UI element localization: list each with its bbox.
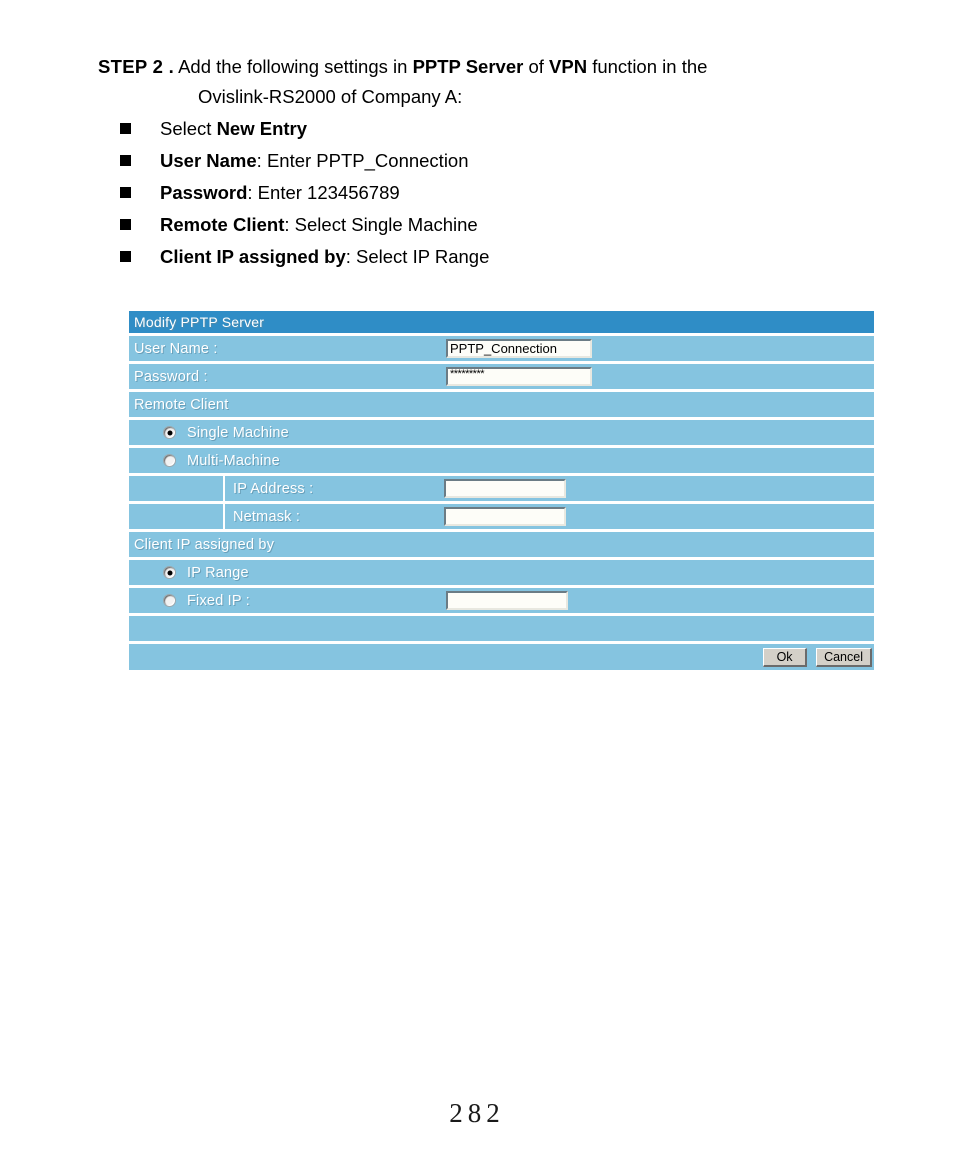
remote-client-label-cell: Remote Client (129, 392, 445, 417)
square-bullet-icon (120, 251, 131, 262)
row-fixed-ip[interactable]: Fixed IP : (129, 588, 874, 613)
row-remote-client-header: Remote Client (129, 392, 874, 417)
ip-address-label: IP Address : (233, 480, 314, 497)
list-item-text: Remote Client: Select Single Machine (160, 214, 478, 236)
client-ip-label-cell: Client IP assigned by (129, 532, 445, 557)
user-name-field-cell: PPTP_Connection (445, 336, 874, 361)
square-bullet-icon (120, 123, 131, 134)
ip-address-spacer-cell (129, 476, 225, 501)
bullet-suffix: : Enter PPTP_Connection (256, 150, 469, 171)
list-item-text: Password: Enter 123456789 (160, 182, 400, 204)
ip-range-cell: IP Range (129, 560, 445, 585)
multi-machine-cell: Multi-Machine (129, 448, 445, 473)
row-multi-machine[interactable]: Multi-Machine (129, 448, 874, 473)
radio-multi-machine[interactable] (163, 454, 176, 467)
list-item-text: User Name: Enter PPTP_Connection (160, 150, 469, 172)
row-user-name: User Name : PPTP_Connection (129, 336, 874, 361)
step-text-3: function in the (587, 56, 708, 77)
step-text-2: of (523, 56, 550, 77)
list-item: User Name: Enter PPTP_Connection (120, 150, 820, 182)
fixed-ip-cell: Fixed IP : (129, 588, 445, 613)
list-item-text: Client IP assigned by: Select IP Range (160, 246, 489, 268)
step-second-line: Ovislink-RS2000 of Company A: (198, 86, 463, 107)
square-bullet-icon (120, 187, 131, 198)
password-input[interactable]: ********* (446, 367, 592, 386)
password-masked-value: ********* (450, 367, 485, 380)
radio-single-machine[interactable] (163, 426, 176, 439)
ip-range-label: IP Range (187, 564, 249, 581)
fixed-ip-input[interactable] (446, 591, 568, 610)
panel-title-bar: Modify PPTP Server (129, 311, 874, 333)
netmask-label-cell: Netmask : (225, 504, 443, 529)
user-name-label: User Name : (134, 340, 218, 357)
cancel-button[interactable]: Cancel (816, 647, 872, 667)
bullet-bold: Remote Client (160, 214, 285, 235)
row-action-buttons: Ok Cancel (129, 644, 874, 670)
step-bold-vpn: VPN (549, 56, 588, 77)
row-ip-range[interactable]: IP Range (129, 560, 874, 585)
row-password: Password : ********* (129, 364, 874, 389)
fixed-ip-field-cell (445, 588, 874, 613)
bullet-list: Select New Entry User Name: Enter PPTP_C… (120, 118, 820, 278)
bullet-suffix: : Select IP Range (345, 246, 490, 267)
netmask-spacer-cell (129, 504, 225, 529)
netmask-field-cell (443, 504, 874, 529)
list-item: Remote Client: Select Single Machine (120, 214, 820, 246)
row-ip-address: IP Address : (129, 476, 874, 501)
single-machine-cell: Single Machine (129, 420, 445, 445)
password-label: Password : (134, 368, 208, 385)
bullet-suffix: : Select Single Machine (284, 214, 478, 235)
bullet-bold: Password (160, 182, 248, 203)
bullet-bold: New Entry (216, 118, 308, 139)
single-machine-label: Single Machine (187, 424, 289, 441)
step-bold-pptp-server: PPTP Server (412, 56, 524, 77)
row-spacer (129, 616, 874, 641)
user-name-input[interactable]: PPTP_Connection (446, 339, 592, 358)
ip-address-label-cell: IP Address : (225, 476, 443, 501)
modify-pptp-server-panel: Modify PPTP Server User Name : PPTP_Conn… (129, 311, 874, 670)
ip-address-input[interactable] (444, 479, 566, 498)
netmask-label: Netmask : (233, 508, 301, 525)
list-item-text: Select New Entry (160, 118, 307, 140)
page-number: 282 (449, 1098, 505, 1128)
step-text-1: Add the following settings in (178, 56, 413, 77)
bullet-bold: User Name (160, 150, 257, 171)
client-ip-assigned-by-label: Client IP assigned by (134, 536, 275, 553)
bullet-suffix: : Enter 123456789 (247, 182, 400, 203)
step-body: Add the following settings in PPTP Serve… (178, 52, 906, 82)
bullet-prefix: Select (160, 118, 217, 139)
radio-ip-range[interactable] (163, 566, 176, 579)
square-bullet-icon (120, 219, 131, 230)
step-instruction-block: STEP 2 . Add the following settings in P… (98, 52, 906, 112)
row-netmask: Netmask : (129, 504, 874, 529)
row-single-machine[interactable]: Single Machine (129, 420, 874, 445)
square-bullet-icon (120, 155, 131, 166)
netmask-input[interactable] (444, 507, 566, 526)
list-item: Password: Enter 123456789 (120, 182, 820, 214)
list-item: Select New Entry (120, 118, 820, 150)
step-first-line: STEP 2 . Add the following settings in P… (98, 52, 906, 82)
step-label: STEP 2 . (98, 56, 175, 77)
password-label-cell: Password : (129, 364, 445, 389)
bullet-bold: Client IP assigned by (160, 246, 346, 267)
panel-title: Modify PPTP Server (134, 314, 265, 330)
radio-fixed-ip[interactable] (163, 594, 176, 607)
ok-button[interactable]: Ok (763, 647, 808, 667)
remote-client-label: Remote Client (134, 396, 229, 413)
list-item: Client IP assigned by: Select IP Range (120, 246, 820, 278)
password-field-cell: ********* (445, 364, 874, 389)
multi-machine-label: Multi-Machine (187, 452, 280, 469)
user-name-label-cell: User Name : (129, 336, 445, 361)
fixed-ip-label: Fixed IP : (187, 592, 250, 609)
row-client-ip-header: Client IP assigned by (129, 532, 874, 557)
ip-address-field-cell (443, 476, 874, 501)
